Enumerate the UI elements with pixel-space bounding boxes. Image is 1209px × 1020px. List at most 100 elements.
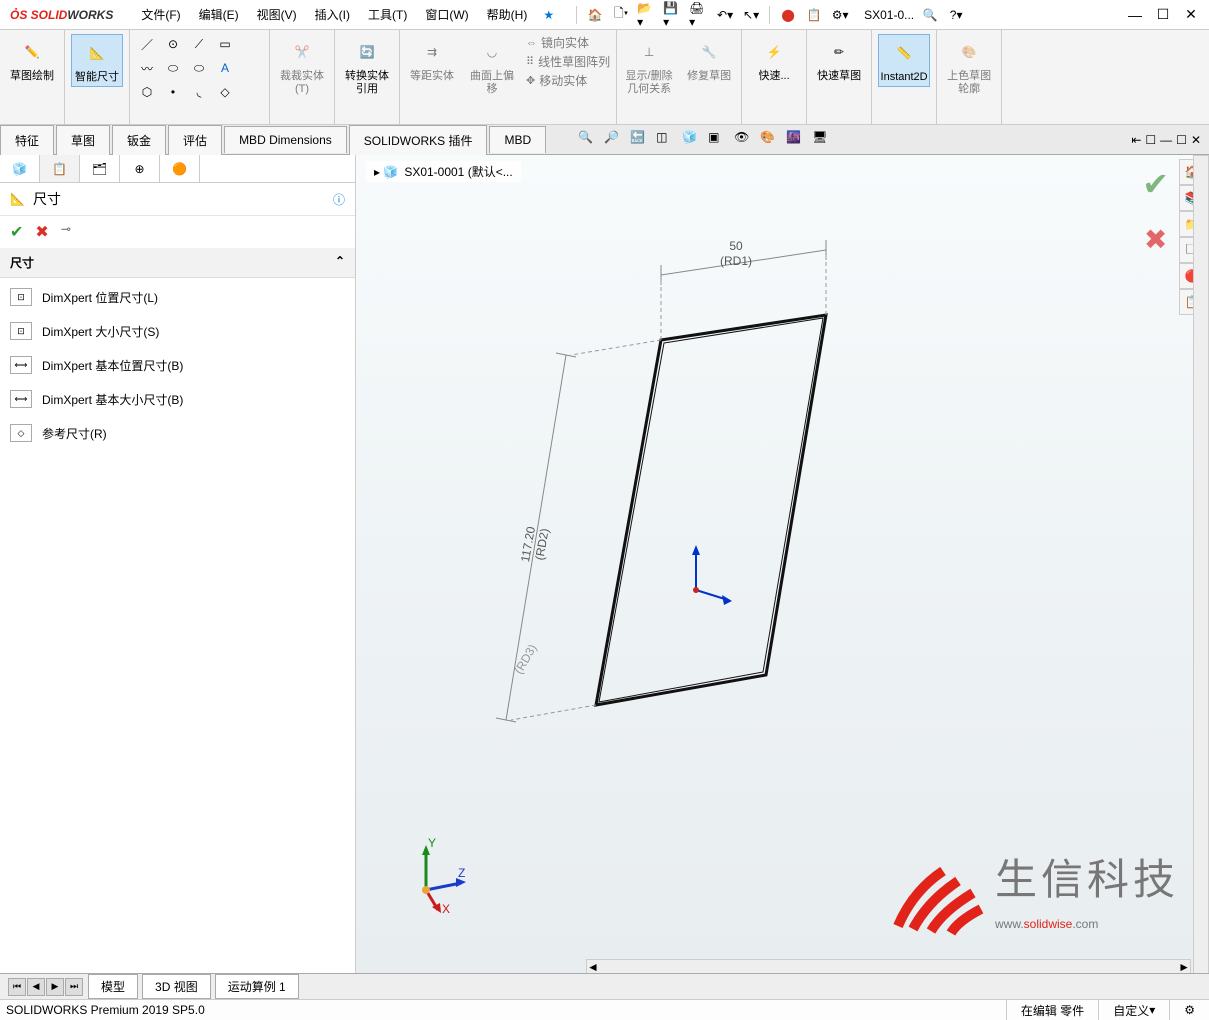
ribbon-pattern[interactable]: ⠿ 线性草图阵列 [526, 53, 610, 70]
tab-mbd[interactable]: MBD [489, 126, 546, 153]
ribbon-surface-offset[interactable]: ◡曲面上偏移 [466, 34, 518, 98]
home-icon[interactable]: 🏠 [585, 6, 605, 24]
tab-evaluate[interactable]: 评估 [168, 125, 222, 155]
dim-basic-location[interactable]: ⟷DimXpert 基本位置尺寸(B) [0, 348, 355, 382]
expand-icon[interactable]: ⇤ [1131, 133, 1141, 147]
orient-icon[interactable]: 🧊 [682, 130, 702, 150]
ribbon-sketch-draw[interactable]: ✏️草图绘制 [0, 30, 65, 124]
panel-tab-config[interactable]: 🗂 [80, 155, 120, 182]
breadcrumb[interactable]: ▸ 🧊 SX01-0001 (默认<... [366, 161, 521, 182]
ok-button[interactable]: ✔ [10, 222, 23, 242]
panel-help-icon[interactable]: ⓘ [333, 191, 345, 208]
help-icon[interactable]: ?▾ [946, 6, 966, 24]
view-triad[interactable]: Y Z X [396, 835, 476, 915]
bottom-tab-3dview[interactable]: 3D 视图 [142, 974, 211, 999]
panel-tab-dimxpert[interactable]: ⊕ [120, 155, 160, 182]
panel-tab-display[interactable]: 🟠 [160, 155, 200, 182]
polygon-icon[interactable]: ⬡ [136, 82, 158, 102]
menu-file[interactable]: 文件(F) [133, 2, 188, 27]
graphics-area[interactable]: ▸ 🧊 SX01-0001 (默认<... ✔ ✖ 🏠 📚 📁 🗔 🔴 📋 50… [356, 155, 1209, 975]
section-header[interactable]: 尺寸⌃ [0, 248, 355, 278]
tab-nav-prev[interactable]: ◀ [27, 978, 45, 996]
doc-close-icon[interactable]: ✕ [1191, 133, 1201, 147]
appearance-icon[interactable]: 🎨 [760, 130, 780, 150]
slot-icon[interactable]: ⬭ [188, 58, 210, 78]
minimize-button[interactable]: — [1123, 5, 1147, 25]
bottom-tab-model[interactable]: 模型 [88, 974, 138, 999]
ribbon-instant2d[interactable]: 📏Instant2D [872, 30, 937, 124]
ribbon-repair[interactable]: 🔧修复草图 [683, 34, 735, 85]
tab-sheetmetal[interactable]: 钣金 [112, 125, 166, 155]
menu-edit[interactable]: 编辑(E) [191, 2, 247, 27]
bottom-tab-motion[interactable]: 运动算例 1 [215, 974, 299, 999]
save-icon[interactable]: 💾▾ [663, 6, 683, 24]
hide-icon[interactable]: 👁 [734, 130, 754, 150]
menu-view[interactable]: 视图(V) [249, 2, 305, 27]
spline-icon[interactable]: 〰 [136, 58, 158, 78]
ribbon-offset[interactable]: ⇉等距实体 [406, 34, 458, 85]
tab-addins[interactable]: SOLIDWORKS 插件 [349, 125, 488, 155]
dim-size[interactable]: ⊡DimXpert 大小尺寸(S) [0, 314, 355, 348]
tab-mbd-dim[interactable]: MBD Dimensions [224, 126, 347, 153]
menu-tools[interactable]: 工具(T) [360, 2, 415, 27]
ribbon-show-rel[interactable]: ⊥显示/删除几何关系 [623, 34, 675, 98]
print-icon[interactable]: 🖨▾ [689, 6, 709, 24]
ribbon-shade[interactable]: 🎨上色草图轮廓 [937, 30, 1002, 124]
section-icon[interactable]: ◫ [656, 130, 676, 150]
display-icon[interactable]: ▣ [708, 130, 728, 150]
ribbon-convert[interactable]: 🔄转换实体引用 [335, 30, 400, 124]
status-view[interactable]: 自定义 ▾ [1098, 1000, 1169, 1020]
doc-restore-icon[interactable]: ☐ [1176, 133, 1187, 147]
ribbon-mirror[interactable]: ⇔ 镜向实体 [526, 34, 610, 51]
ribbon-trim[interactable]: ✂️裁裁实体(T) [270, 30, 335, 124]
zoom-area-icon[interactable]: 🔎 [604, 130, 624, 150]
tab-nav-next[interactable]: ▶ [46, 978, 64, 996]
arc-icon[interactable]: ⟋ [188, 34, 210, 54]
tab-sketch[interactable]: 草图 [56, 125, 110, 155]
tab-features[interactable]: 特征 [0, 125, 54, 155]
undo-icon[interactable]: ↶▾ [715, 6, 735, 24]
ribbon-smart-dim[interactable]: 📐智能尺寸 [65, 30, 130, 124]
open-icon[interactable]: 📂▾ [637, 6, 657, 24]
ribbon-move[interactable]: ✥ 移动实体 [526, 72, 610, 89]
rect-icon[interactable]: ▭ [214, 34, 236, 54]
maximize-button[interactable]: ☐ [1151, 5, 1175, 25]
doc-min-icon[interactable]: ☐ [1145, 133, 1156, 147]
dim-basic-size[interactable]: ⟷DimXpert 基本大小尺寸(B) [0, 382, 355, 416]
pin-button[interactable]: ⊸ [61, 222, 71, 242]
settings-icon[interactable]: ⚙▾ [830, 6, 850, 24]
v-scrollbar[interactable] [1193, 155, 1209, 975]
ribbon-quick[interactable]: ⚡快速... [742, 30, 807, 124]
menu-window[interactable]: 窗口(W) [417, 2, 476, 27]
cancel-button[interactable]: ✖ [35, 222, 48, 242]
fillet-icon[interactable]: ◟ [188, 82, 210, 102]
plane-icon[interactable]: ◇ [214, 82, 236, 102]
ribbon-quick-sketch[interactable]: ✏快速草图 [807, 30, 872, 124]
ellipse-icon[interactable]: ⬭ [162, 58, 184, 78]
prev-view-icon[interactable]: 🔙 [630, 130, 650, 150]
tab-nav-last[interactable]: ⏭ [65, 978, 83, 996]
panel-tab-property[interactable]: 📋 [40, 155, 80, 182]
text-icon[interactable]: A [214, 58, 236, 78]
status-extras[interactable]: ⚙ [1169, 1000, 1209, 1020]
sketch-cancel-icon[interactable]: ✖ [1144, 223, 1167, 256]
options-icon[interactable]: 📋 [804, 6, 824, 24]
menu-help[interactable]: 帮助(H) [479, 2, 536, 27]
scene-icon[interactable]: 🌆 [786, 130, 806, 150]
line-icon[interactable]: ／ [136, 34, 158, 54]
sketch-confirm-icon[interactable]: ✔ [1142, 165, 1169, 203]
panel-tab-feature[interactable]: 🧊 [0, 155, 40, 182]
render-icon[interactable]: 🖥 [812, 130, 832, 150]
new-icon[interactable]: 🗋▾ [611, 6, 631, 24]
circle-icon[interactable]: ⊙ [162, 34, 184, 54]
select-icon[interactable]: ↖▾ [741, 6, 761, 24]
close-button[interactable]: ✕ [1179, 5, 1203, 25]
dim-reference[interactable]: ◇参考尺寸(R) [0, 416, 355, 450]
search-icon[interactable]: 🔍 [920, 6, 940, 24]
pin-icon[interactable]: ★ [543, 8, 554, 22]
tab-nav-first[interactable]: ⏮ [8, 978, 26, 996]
doc-max-icon[interactable]: — [1160, 133, 1172, 147]
zoom-fit-icon[interactable]: 🔍 [578, 130, 598, 150]
point-icon[interactable]: • [162, 82, 184, 102]
rebuild-icon[interactable]: ⬤ [778, 6, 798, 24]
